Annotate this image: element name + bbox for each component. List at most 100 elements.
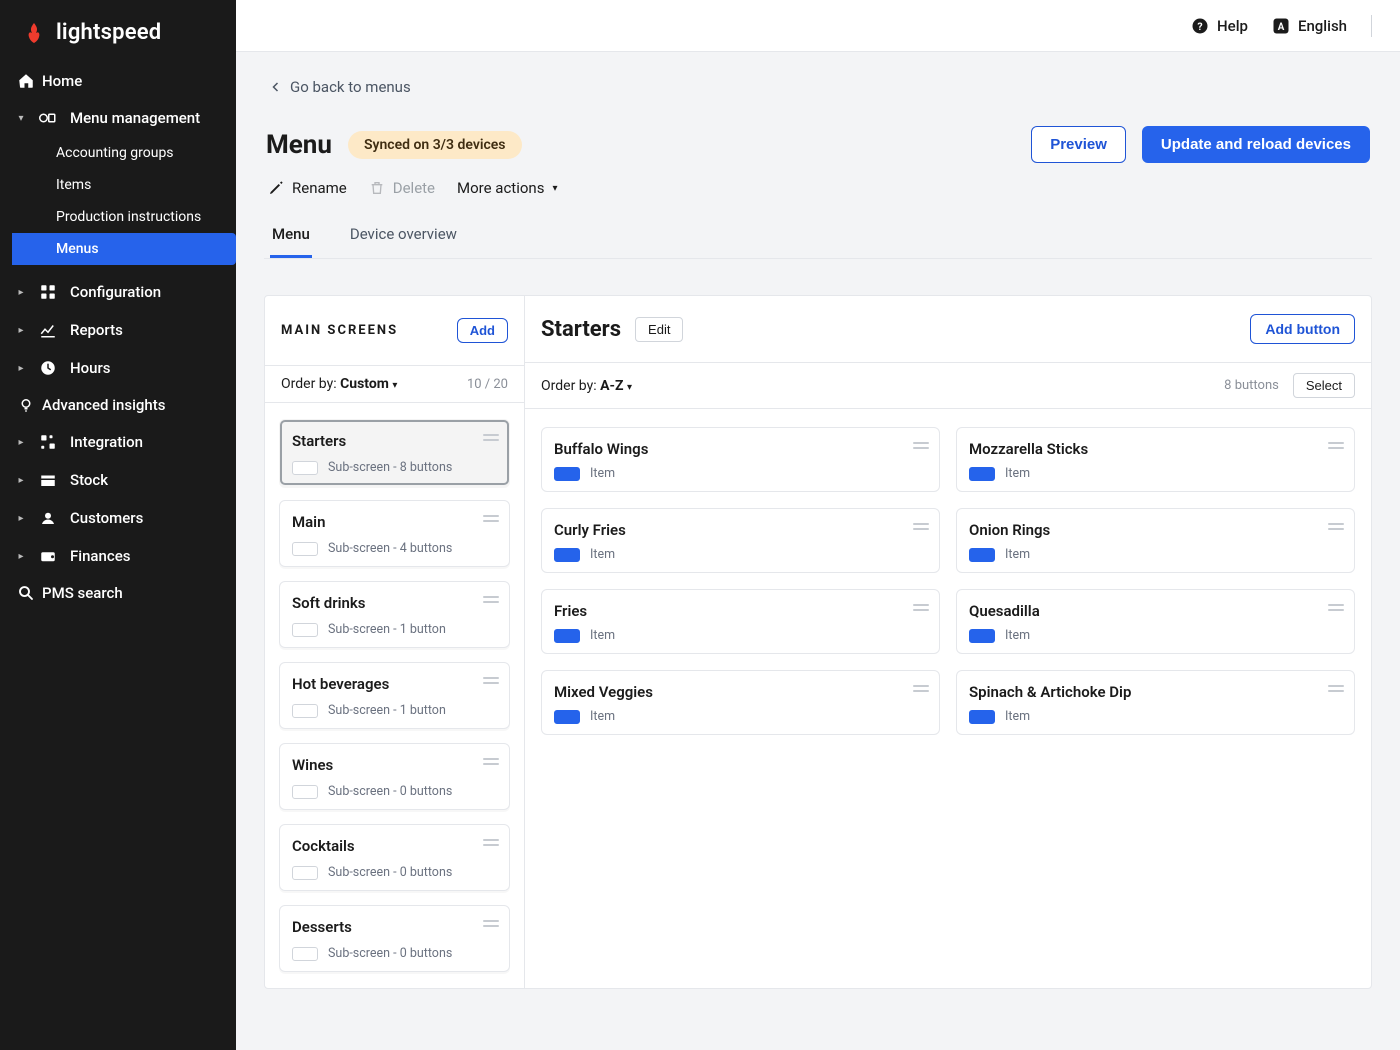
more-actions-dropdown[interactable]: More actions ▾ (457, 179, 557, 197)
main-screens-heading: MAIN SCREENS (281, 323, 398, 338)
divider (1371, 15, 1372, 37)
item-type: Item (590, 628, 615, 643)
sidebar: lightspeed Home ▾ Menu management Accoun… (0, 0, 236, 1050)
drag-handle-icon[interactable] (483, 758, 499, 765)
sidebar-item-menus[interactable]: Menus (12, 233, 236, 265)
sidebar-item-label: Stock (70, 471, 108, 489)
customers-icon (38, 508, 58, 528)
screen-title: Soft drinks (292, 594, 497, 612)
main-screens-subbar: Order by: Custom ▾ 10 / 20 (265, 366, 524, 403)
screen-card[interactable]: StartersSub-screen - 8 buttons (279, 419, 510, 486)
item-card[interactable]: Spinach & Artichoke DipItem (956, 670, 1355, 735)
screen-card[interactable]: WinesSub-screen - 0 buttons (279, 743, 510, 810)
item-title: Mixed Veggies (554, 683, 927, 701)
item-type: Item (1005, 628, 1030, 643)
sidebar-item-reports[interactable]: ▸ Reports (0, 311, 236, 349)
item-title: Quesadilla (969, 602, 1342, 620)
screen-card[interactable]: Hot beveragesSub-screen - 1 button (279, 662, 510, 729)
drag-handle-icon[interactable] (483, 515, 499, 522)
item-type: Item (590, 547, 615, 562)
sidebar-item-label: Reports (70, 321, 123, 339)
finances-icon (38, 546, 58, 566)
color-swatch (554, 467, 580, 481)
sidebar-item-menu-management[interactable]: ▾ Menu management (0, 99, 236, 137)
tab-menu[interactable]: Menu (270, 225, 312, 258)
item-card[interactable]: Mixed VeggiesItem (541, 670, 940, 735)
select-items-button[interactable]: Select (1293, 373, 1355, 398)
help-link[interactable]: ? Help (1191, 17, 1248, 35)
screen-title: Main (292, 513, 497, 531)
screen-subtitle: Sub-screen - 0 buttons (328, 784, 452, 799)
language-selector[interactable]: A English (1272, 17, 1347, 35)
items-orderby-dropdown[interactable]: Order by: A-Z ▾ (541, 378, 632, 394)
rename-action[interactable]: Rename (268, 179, 347, 197)
item-card[interactable]: Mozzarella SticksItem (956, 427, 1355, 492)
sidebar-item-label: Items (56, 177, 91, 193)
color-swatch (292, 542, 318, 556)
sidebar-item-production-instructions[interactable]: Production instructions (0, 201, 236, 233)
orderby-value: Custom (340, 376, 389, 392)
sidebar-item-hours[interactable]: ▸ Hours (0, 349, 236, 387)
screen-card[interactable]: Soft drinksSub-screen - 1 button (279, 581, 510, 648)
drag-handle-icon[interactable] (1328, 442, 1344, 449)
sidebar-item-customers[interactable]: ▸ Customers (0, 499, 236, 537)
color-swatch (969, 710, 995, 724)
item-card[interactable]: Buffalo WingsItem (541, 427, 940, 492)
screen-card[interactable]: DessertsSub-screen - 0 buttons (279, 905, 510, 972)
sidebar-item-accounting-groups[interactable]: Accounting groups (0, 137, 236, 169)
sidebar-item-stock[interactable]: ▸ Stock (0, 461, 236, 499)
drag-handle-icon[interactable] (913, 604, 929, 611)
sidebar-item-home[interactable]: Home (0, 63, 236, 99)
screen-title: Starters (292, 432, 497, 450)
item-card[interactable]: Quesadilla Item (956, 589, 1355, 654)
drag-handle-icon[interactable] (483, 920, 499, 927)
screens-orderby-dropdown[interactable]: Order by: Custom ▾ (281, 376, 397, 392)
drag-handle-icon[interactable] (1328, 685, 1344, 692)
breadcrumb-back[interactable]: Go back to menus (264, 52, 1372, 118)
preview-button[interactable]: Preview (1031, 126, 1126, 163)
add-item-button[interactable]: Add button (1250, 314, 1355, 344)
drag-handle-icon[interactable] (913, 685, 929, 692)
item-card[interactable]: FriesItem (541, 589, 940, 654)
sidebar-item-label: Hours (70, 359, 111, 377)
screen-card[interactable]: CocktailsSub-screen - 0 buttons (279, 824, 510, 891)
sidebar-item-label: Advanced insights (42, 396, 165, 414)
page-header: Menu Synced on 3/3 devices Preview Updat… (264, 118, 1372, 167)
screen-subtitle: Sub-screen - 0 buttons (328, 865, 452, 880)
drag-handle-icon[interactable] (1328, 604, 1344, 611)
drag-handle-icon[interactable] (483, 677, 499, 684)
drag-handle-icon[interactable] (913, 442, 929, 449)
item-card[interactable]: Curly FriesItem (541, 508, 940, 573)
items-head: Starters Edit Add button (525, 296, 1371, 363)
sidebar-item-items[interactable]: Items (0, 169, 236, 201)
sidebar-item-advanced-insights[interactable]: Advanced insights (0, 387, 236, 423)
drag-handle-icon[interactable] (913, 523, 929, 530)
chevron-down-icon: ▾ (627, 382, 632, 393)
color-swatch (554, 629, 580, 643)
drag-handle-icon[interactable] (483, 839, 499, 846)
sidebar-item-configuration[interactable]: ▸ Configuration (0, 273, 236, 311)
delete-action: Delete (369, 179, 435, 197)
chevron-right-icon: ▸ (16, 551, 26, 562)
item-title: Spinach & Artichoke Dip (969, 683, 1342, 701)
sidebar-item-integration[interactable]: ▸ Integration (0, 423, 236, 461)
edit-screen-button[interactable]: Edit (635, 317, 683, 342)
sidebar-item-label: Finances (70, 547, 130, 565)
drag-handle-icon[interactable] (483, 434, 499, 441)
chevron-right-icon: ▸ (16, 325, 26, 336)
drag-handle-icon[interactable] (483, 596, 499, 603)
page-subactions: Rename Delete More actions ▾ (264, 167, 1372, 197)
drag-handle-icon[interactable] (1328, 523, 1344, 530)
screen-card[interactable]: MainSub-screen - 4 buttons (279, 500, 510, 567)
brand-logo[interactable]: lightspeed (0, 10, 236, 59)
add-screen-button[interactable]: Add (457, 318, 508, 343)
orderby-value: A-Z (600, 378, 623, 394)
tab-device-overview[interactable]: Device overview (348, 225, 459, 258)
lightspeed-flame-icon (22, 21, 46, 45)
chevron-down-icon: ▾ (16, 113, 26, 124)
update-reload-button[interactable]: Update and reload devices (1142, 126, 1370, 163)
sidebar-item-pms-search[interactable]: PMS search (0, 575, 236, 611)
color-swatch (969, 548, 995, 562)
item-card[interactable]: Onion RingsItem (956, 508, 1355, 573)
sidebar-item-finances[interactable]: ▸ Finances (0, 537, 236, 575)
